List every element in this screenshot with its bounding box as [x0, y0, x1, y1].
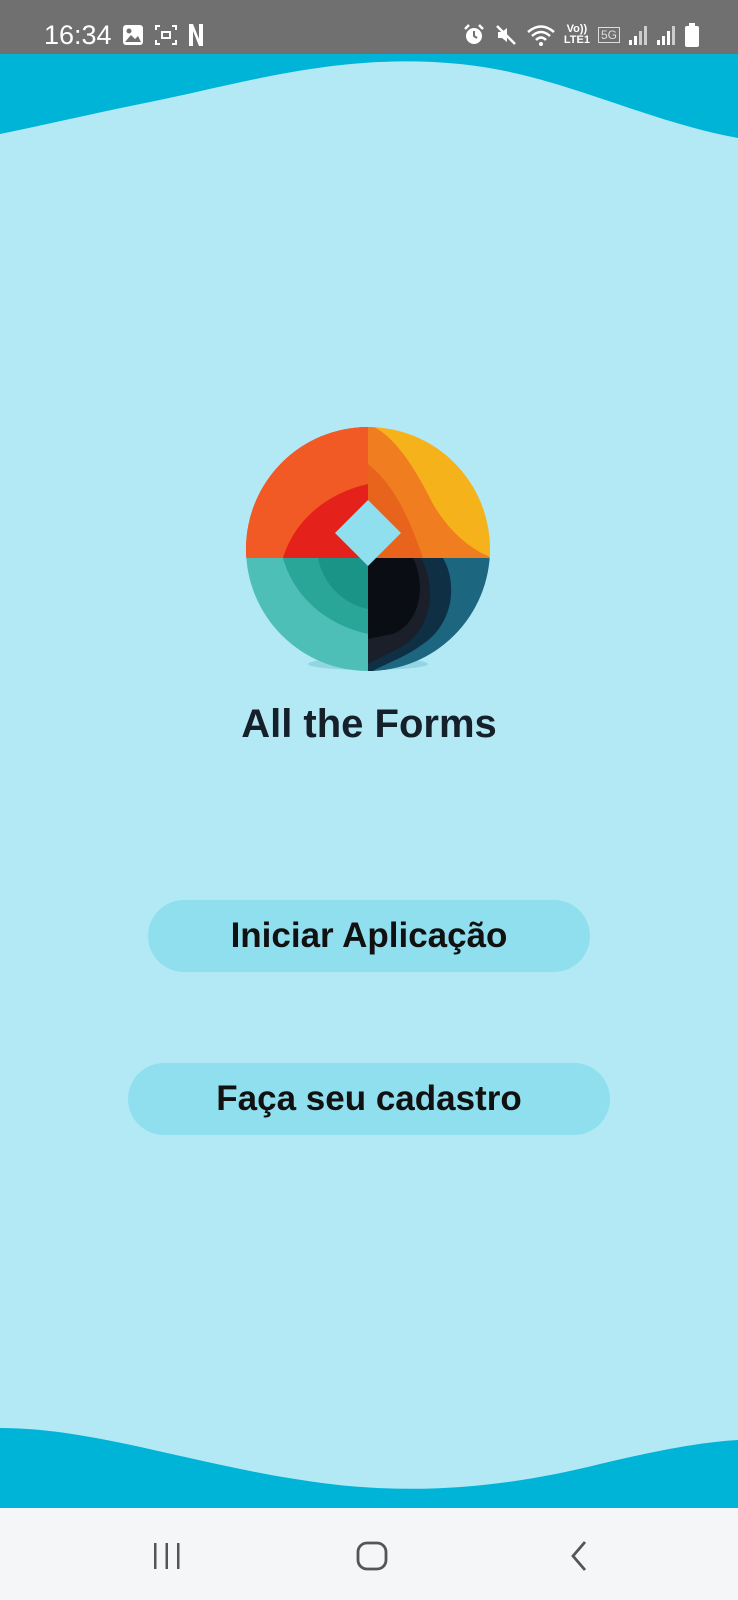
app-title: All the Forms: [241, 702, 497, 746]
volte-bottom-label: LTE1: [563, 34, 590, 46]
netflix-icon: [188, 23, 204, 47]
battery-icon: [684, 22, 700, 48]
home-button[interactable]: [347, 1538, 397, 1578]
start-application-button[interactable]: Iniciar Aplicação: [148, 900, 590, 972]
wifi-icon: [526, 23, 556, 47]
status-left-icons: [122, 20, 204, 50]
back-icon: [565, 1539, 595, 1578]
recents-button[interactable]: [142, 1538, 192, 1578]
navigation-bar: [0, 1508, 738, 1600]
alarm-icon: [462, 23, 486, 47]
top-wave-decoration: [0, 54, 738, 138]
status-time: 16:34: [44, 20, 112, 50]
sign-up-button[interactable]: Faça seu cadastro: [128, 1063, 610, 1135]
5g-icon: 5G: [597, 27, 620, 43]
bottom-wave-decoration: [0, 1428, 738, 1508]
screen-record-icon: [154, 24, 178, 46]
back-button[interactable]: [555, 1538, 605, 1578]
image-icon: [122, 24, 144, 46]
status-right-icons: Vo)) LTE1 5G: [462, 18, 700, 52]
signal-icon: [628, 24, 648, 46]
recents-icon: [150, 1541, 184, 1576]
mute-icon: [494, 23, 518, 47]
app-logo: [243, 424, 493, 674]
signal-icon-2: [656, 24, 676, 46]
app-screen: All the Forms Iniciar Aplicação Faça seu…: [0, 54, 738, 1508]
home-icon: [355, 1540, 389, 1577]
volte-icon: Vo)) LTE1: [564, 24, 590, 46]
